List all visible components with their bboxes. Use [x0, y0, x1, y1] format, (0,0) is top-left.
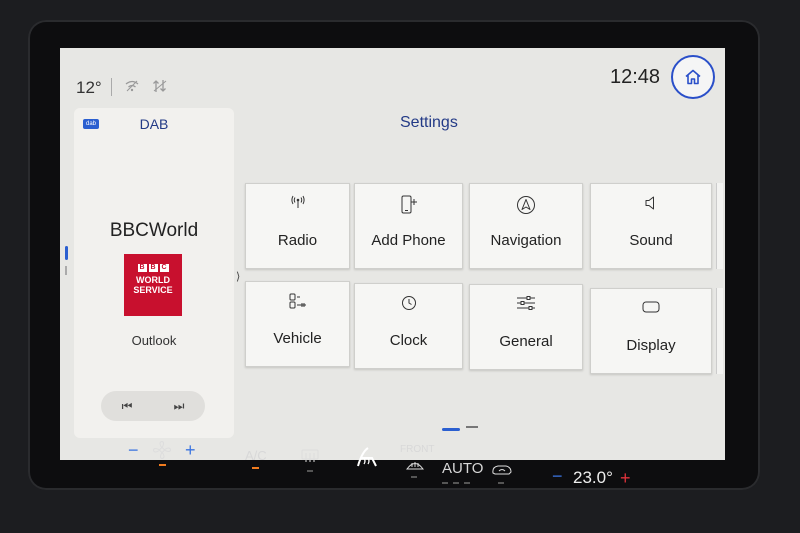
outside-temperature: 12°	[76, 78, 102, 97]
tile-navigation[interactable]: Navigation	[469, 183, 583, 269]
tile-label: Display	[626, 337, 676, 354]
fan-level-led	[159, 464, 166, 466]
fan-icon	[152, 440, 172, 463]
infotainment-screen: 12° 12:48 dab DAB BBCWorld B B C WORLD S…	[60, 48, 725, 460]
recirculation-led	[498, 482, 504, 484]
display-icon	[591, 300, 711, 320]
tile-label: Radio	[277, 232, 318, 249]
speaker-icon	[591, 195, 711, 215]
station-logo: B B C WORLD SERVICE	[124, 254, 182, 316]
tile-general[interactable]: General	[469, 284, 583, 370]
front-defrost-icon[interactable]	[405, 458, 425, 475]
tile-label: Sound	[629, 232, 673, 249]
tile-label: General	[499, 333, 553, 350]
climate-bar: − + A/C FRONT AUTO − 23.0° +	[0, 430, 800, 490]
front-defrost-label: FRONT	[400, 444, 435, 455]
navigation-icon	[470, 195, 582, 215]
home-button[interactable]	[671, 55, 715, 99]
skip-forward-icon: ⏭	[173, 398, 185, 413]
temp-increase-button[interactable]: +	[620, 468, 631, 489]
seat-heat-icon[interactable]	[352, 444, 380, 473]
tile-clock[interactable]: Clock	[354, 283, 463, 369]
programme-name: Outlook	[131, 333, 177, 348]
tile-label: Clock	[389, 332, 428, 349]
clock-icon	[355, 295, 462, 315]
antenna-icon	[246, 195, 349, 215]
media-source: DAB	[139, 116, 169, 132]
status-divider	[111, 78, 112, 96]
status-bar: 12° 12:48	[60, 48, 725, 104]
auto-led-1	[442, 482, 448, 484]
tile-partial	[716, 288, 723, 374]
front-defrost-led	[411, 476, 417, 478]
tile-label: Add Phone	[371, 232, 446, 249]
transport-controls: ⏮ ⏭	[101, 391, 205, 421]
vehicle-icon	[246, 293, 349, 313]
auto-led-2	[453, 482, 459, 484]
recirculation-icon[interactable]	[490, 463, 514, 480]
tile-display[interactable]: Display	[590, 288, 712, 374]
sliders-icon	[470, 296, 582, 316]
tile-radio[interactable]: Radio	[245, 183, 350, 269]
side-page-indicator	[65, 246, 68, 290]
auto-button[interactable]: AUTO	[442, 460, 483, 477]
station-name: BBCWorld	[109, 220, 199, 241]
ac-button[interactable]: A/C	[245, 448, 267, 463]
rear-defrost-icon[interactable]	[300, 448, 320, 467]
tile-label: Vehicle	[273, 330, 322, 347]
skip-back-icon: ⏮	[121, 398, 133, 413]
temp-decrease-button[interactable]: −	[552, 466, 563, 487]
wifi-off-icon	[124, 79, 140, 96]
tile-partial	[716, 183, 723, 269]
skip-back-button[interactable]: ⏮	[101, 399, 153, 414]
tile-sound[interactable]: Sound	[590, 183, 712, 269]
page-title: Settings	[400, 114, 458, 131]
fan-decrease-button[interactable]: −	[128, 440, 139, 461]
media-card[interactable]: dab DAB BBCWorld B B C WORLD SERVICE Out…	[74, 108, 234, 438]
tile-add-phone[interactable]: Add Phone	[354, 183, 463, 269]
ac-led	[252, 467, 259, 469]
tile-vehicle[interactable]: Vehicle	[245, 281, 350, 367]
auto-led-3	[464, 482, 470, 484]
rear-defrost-led	[307, 470, 313, 472]
add-phone-icon	[355, 195, 462, 215]
clock-display: 12:48	[610, 66, 661, 88]
home-icon	[685, 69, 701, 85]
skip-forward-button[interactable]: ⏭	[153, 399, 205, 414]
fan-increase-button[interactable]: +	[185, 440, 196, 461]
data-transfer-icon	[152, 79, 168, 96]
tile-label: Navigation	[490, 232, 562, 249]
set-temperature: 23.0°	[573, 468, 613, 487]
chevron-right-icon[interactable]: ⟩	[236, 270, 240, 283]
